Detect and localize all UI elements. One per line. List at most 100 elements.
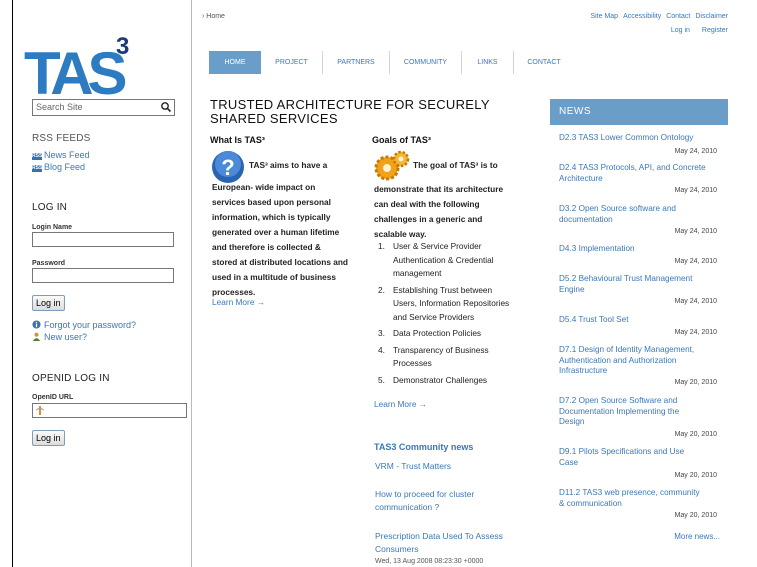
goal-item: 3. Data Protection Policies (378, 328, 482, 338)
register-link[interactable]: Register (702, 27, 728, 34)
what-line-7: stored at distributed locations and (212, 257, 348, 267)
news-date: May 20, 2010 (674, 472, 717, 479)
top-links: Site Map Accessibility Contact Disclaimer (585, 13, 728, 20)
news-item[interactable]: D7.1 Design of Identity Management, Authe… (559, 345, 719, 377)
news-item[interactable]: D2.4 TAS3 Protocols, API, and Concrete Ar… (559, 163, 719, 184)
info-icon (32, 320, 41, 329)
user-icon (32, 332, 41, 341)
what-line-1: TAS³ aims to have a (249, 160, 328, 170)
news-date: May 24, 2010 (674, 298, 717, 305)
community-news-heading[interactable]: TAS3 Community news (374, 442, 473, 452)
tab-project[interactable]: PROJECT (261, 51, 323, 74)
what-line-6: and therefore is collected & (212, 242, 321, 252)
login-button[interactable]: Log in (32, 295, 65, 311)
community-news-date: Wed, 13 Aug 2008 08:23:30 +0000 (375, 558, 484, 565)
svg-text:?: ? (221, 155, 234, 180)
news-item[interactable]: D5.2 Behavioural Trust Management Engine (559, 274, 719, 295)
goals-line-2: demonstrate that its architecture (374, 184, 504, 194)
logo-superscript: 3 (116, 33, 129, 60)
tas3-logo[interactable]: TAS 3 (24, 28, 134, 98)
goals-learn-more-link[interactable]: Learn More → (374, 399, 427, 409)
forgot-password-label: Forgot your password? (44, 320, 137, 330)
new-user-link[interactable]: New user? (32, 332, 87, 342)
goals-line-1: The goal of TAS³ is to (413, 160, 498, 170)
news-date: May 24, 2010 (674, 228, 717, 235)
openid-url-field[interactable] (32, 403, 187, 418)
goal-item: 4. Transparency of Business Processes (378, 344, 489, 369)
community-news-item[interactable]: How to proceed for cluster communication … (375, 488, 525, 514)
news-date: May 24, 2010 (674, 187, 717, 194)
rss-icon: RSS (32, 165, 43, 172)
openid-url-label: OpenID URL (32, 394, 74, 401)
search-icon[interactable] (160, 101, 172, 113)
tab-links[interactable]: LINKS (462, 51, 514, 74)
page-title: TRUSTED ARCHITECTURE FOR SECURELY SHARED… (210, 97, 490, 126)
goals-line-4: challenges in a generic and (374, 214, 483, 224)
login-heading: LOG IN (32, 202, 68, 213)
what-learn-more-link[interactable]: Learn More → (212, 297, 265, 307)
news-heading: NEWS (550, 99, 728, 125)
disclaimer-link[interactable]: Disclaimer (695, 13, 728, 20)
goals-list: 1. User & Service Provider Authentication … (378, 240, 538, 387)
news-date: May 20, 2010 (674, 379, 717, 386)
search-input[interactable]: Search Site (32, 99, 175, 116)
login-name-label: Login Name (32, 224, 73, 231)
new-user-label: New user? (44, 332, 88, 342)
more-news-link[interactable]: More news... (674, 532, 720, 541)
tab-home[interactable]: HOME (209, 51, 261, 74)
what-line-5: generated over a human lifetime (212, 227, 340, 237)
goals-heading: Goals of TAS³ (372, 135, 431, 145)
goal-item: 1. User & Service Provider Authentication … (378, 241, 494, 278)
what-line-2: European- wide impact on (212, 182, 316, 192)
rss-heading: RSS FEEDS (32, 133, 91, 144)
goal-item: 2. Establishing Trust between Users, Infor… (378, 284, 510, 322)
news-date: May 20, 2010 (674, 512, 717, 519)
forgot-password-link[interactable]: Forgot your password? (32, 320, 136, 330)
what-is-heading: What Is TAS³ (210, 135, 265, 145)
question-icon: ? (212, 151, 244, 183)
news-date: May 24, 2010 (674, 148, 717, 155)
news-item[interactable]: D4.3 Implementation (559, 244, 719, 255)
news-item[interactable]: D2.3 TAS3 Lower Common Ontology (559, 133, 719, 144)
news-item[interactable]: D11.2 TAS3 web presence, community & comm… (559, 488, 719, 509)
goals-line-3: can deal with the following (374, 199, 480, 209)
tab-community[interactable]: COMMUNITY (390, 51, 462, 74)
contact-link[interactable]: Contact (666, 13, 690, 20)
news-item[interactable]: D7.2 Open Source Software and Documentati… (559, 396, 719, 428)
community-news-item[interactable]: Prescription Data Used To Assess Consumer… (375, 530, 525, 556)
news-feed-label: News Feed (44, 150, 90, 160)
what-line-4: information, which is typically (212, 212, 331, 222)
password-label: Password (32, 260, 66, 267)
community-news-item[interactable]: VRM - Trust Matters (375, 460, 525, 473)
accessibility-link[interactable]: Accessibility (623, 13, 661, 20)
news-feed-link[interactable]: RSS News Feed (32, 150, 90, 160)
tab-contact[interactable]: CONTACT (514, 51, 574, 74)
news-item[interactable]: D9.1 Pilots Specifications and Use Case (559, 447, 719, 468)
gears-icon (374, 150, 410, 181)
breadcrumb-home[interactable]: Home (206, 13, 225, 20)
tab-partners[interactable]: PARTNERS (323, 51, 390, 74)
news-date: May 20, 2010 (674, 431, 717, 438)
breadcrumb: › Home (202, 13, 225, 20)
blog-feed-link[interactable]: RSS Blog Feed (32, 162, 85, 172)
goal-item: 5. Demonstrator Challenges (378, 374, 488, 385)
what-line-8: used in a multitude of business (212, 272, 337, 282)
top-login-link[interactable]: Log in (671, 27, 690, 34)
search-placeholder: Search Site (36, 102, 83, 112)
what-line-3: services based upon personal (212, 197, 331, 207)
news-item[interactable]: D3.2 Open Source software and documentati… (559, 204, 719, 225)
news-date: May 24, 2010 (674, 258, 717, 265)
logo-text: TAS (24, 40, 126, 98)
login-name-field[interactable] (32, 232, 174, 247)
rss-icon: RSS (32, 153, 43, 160)
openid-icon (36, 406, 44, 415)
openid-login-button[interactable]: Log in (32, 430, 65, 446)
account-links: Log in Register (659, 27, 728, 34)
openid-heading: OPENID LOG IN (32, 373, 110, 384)
sitemap-link[interactable]: Site Map (590, 13, 618, 20)
main-nav: HOME PROJECT PARTNERS COMMUNITY LINKS CO… (209, 51, 574, 74)
news-date: May 24, 2010 (674, 329, 717, 336)
news-item[interactable]: D5.4 Trust Tool Set (559, 315, 719, 326)
blog-feed-label: Blog Feed (44, 162, 86, 172)
password-field[interactable] (32, 268, 174, 283)
